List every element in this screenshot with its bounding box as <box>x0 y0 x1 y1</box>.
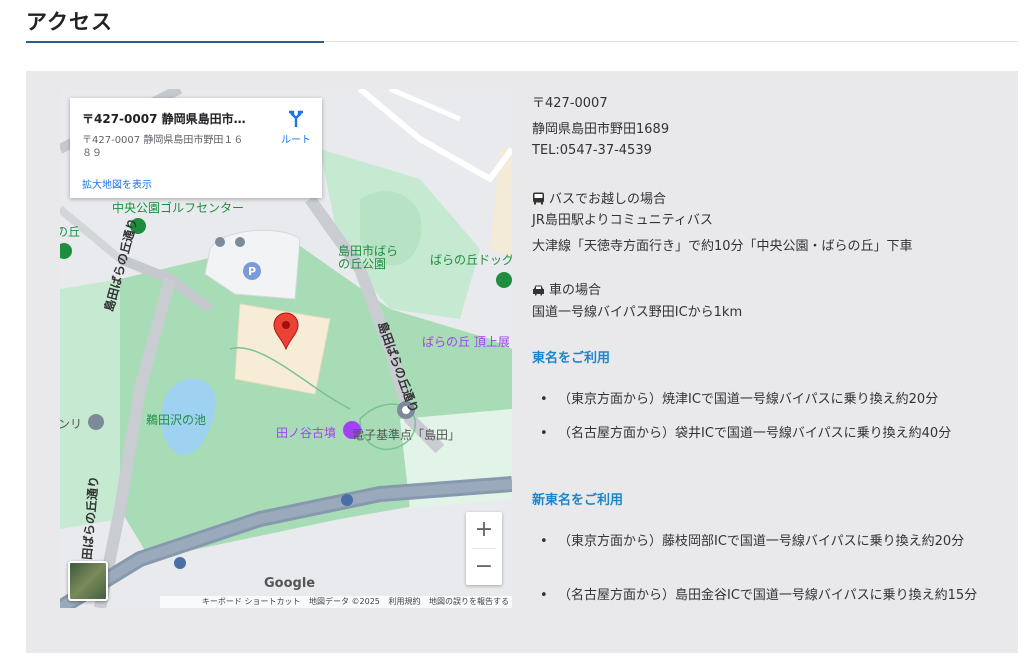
postal-code: 〒427-0007 <box>532 96 608 111</box>
map-label-golf: 中央公園ゴルフセンター <box>112 201 245 215</box>
bus-line-2: 大津線「天徳寺方面行き」で約10分「中央公園・ばらの丘」下車 <box>532 239 913 254</box>
page-title: アクセス <box>26 10 113 34</box>
terms-link[interactable]: 利用規約 <box>388 597 420 606</box>
map-data-text: 地図データ ©2025 <box>309 597 380 606</box>
tomei-item-2: （名古屋方面から）袋井ICで国道一号線バイパスに乗り換え約40分 <box>558 426 952 441</box>
map-label-tomb: 田ノ谷古墳 <box>276 426 337 440</box>
bus-heading-row: バスでお越しの場合 <box>532 188 666 207</box>
title-divider-accent <box>26 41 324 43</box>
zoom-controls: + − <box>466 512 502 585</box>
bus-heading: バスでお越しの場合 <box>549 192 667 207</box>
map-label-left2: ンリ <box>60 417 83 431</box>
map-label-left1: の丘 <box>60 225 81 239</box>
tomei-item-1: （東京方面から）焼津ICで国道一号線バイパスに乗り換え約20分 <box>558 392 939 407</box>
zoom-in-button[interactable]: + <box>466 512 502 548</box>
address: 静岡県島田市野田1689 <box>532 122 670 137</box>
map-label-pond: 鵜田沢の池 <box>146 413 207 427</box>
shintomei-item-2: （名古屋方面から）島田金谷ICで国道一号線バイパスに乗り換え約15分 <box>558 588 978 603</box>
enlarge-map-link[interactable]: 拡大地図を表示 <box>82 176 152 191</box>
satellite-toggle[interactable] <box>68 561 108 601</box>
route-label: ルート <box>281 135 311 146</box>
svg-text:P: P <box>248 265 256 278</box>
directions-icon <box>289 110 303 127</box>
keyboard-shortcuts-link[interactable]: キーボード ショートカット <box>202 597 301 606</box>
car-heading-row: 車の場合 <box>532 279 601 298</box>
map-label-benchmark: 電子基準点「島田」 <box>352 428 461 442</box>
car-heading: 車の場合 <box>549 283 602 298</box>
telephone: TEL:0547-37-4539 <box>532 143 652 158</box>
map-info-card: 〒427-0007 静岡県島田市野田... 〒427-0007 静岡県島田市野田… <box>70 98 322 198</box>
map-attribution: キーボード ショートカット 地図データ ©2025 利用規約 地図の誤りを報告す… <box>160 596 512 608</box>
tomei-heading: 東名をご利用 <box>532 351 611 366</box>
map-card-title: 〒427-0007 静岡県島田市野田... <box>82 112 257 126</box>
shintomei-heading: 新東名をご利用 <box>532 493 624 508</box>
report-error-link[interactable]: 地図の誤りを報告する <box>429 597 509 606</box>
bus-icon <box>533 192 544 205</box>
map-label-barapark: 島田市ばら の丘公園 <box>338 244 399 271</box>
map-label-hilltop: ばらの丘 頂上展 <box>422 335 510 349</box>
car-line-1: 国道一号線バイパス野田ICから1km <box>532 305 743 320</box>
google-logo: Google <box>264 576 316 591</box>
zoom-out-button[interactable]: − <box>466 549 502 585</box>
map-card-address: 〒427-0007 静岡県島田市野田１６８９ <box>82 135 244 159</box>
car-icon <box>533 285 544 296</box>
map-label-dogrun: ばらの丘ドッグラ <box>430 253 512 267</box>
shintomei-item-1: （東京方面から）藤枝岡部ICで国道一号線バイパスに乗り換え約20分 <box>558 534 965 549</box>
route-button[interactable]: ルート <box>276 110 316 146</box>
bus-line-1: JR島田駅よりコミュニティバス <box>532 213 713 228</box>
